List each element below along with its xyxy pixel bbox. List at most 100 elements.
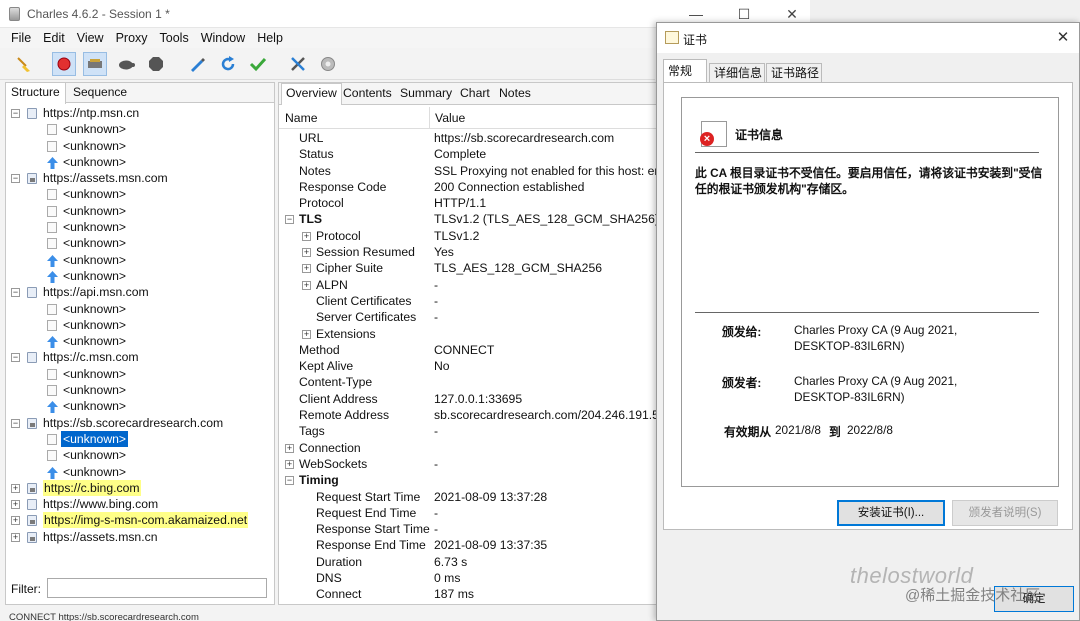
- collapse-icon[interactable]: −: [11, 418, 20, 428]
- collapse-icon[interactable]: −: [11, 353, 20, 363]
- property-row[interactable]: + Cipher Suite TLS_AES_128_GCM_SHA256: [279, 260, 657, 276]
- host-row[interactable]: + https://img-s-msn-com.akamaized.net: [6, 512, 274, 529]
- expand-icon[interactable]: +: [11, 483, 20, 493]
- host-row[interactable]: + https://www.bing.com: [6, 496, 274, 512]
- property-row[interactable]: URL https://sb.scorecardresearch.com: [279, 130, 657, 146]
- request-row[interactable]: <unknown>: [6, 203, 274, 219]
- request-row[interactable]: <unknown>: [6, 317, 274, 333]
- expand-icon[interactable]: +: [302, 329, 311, 339]
- column-value-header[interactable]: Value: [435, 111, 465, 125]
- property-row[interactable]: Content-Type: [279, 374, 657, 390]
- tab-notes[interactable]: Notes: [495, 84, 535, 104]
- property-row[interactable]: Client Certificates -: [279, 293, 657, 309]
- property-row[interactable]: Protocol HTTP/1.1: [279, 195, 657, 211]
- request-row[interactable]: <unknown>: [6, 138, 274, 154]
- close-button[interactable]: ✕: [782, 4, 802, 24]
- tab-certification-path[interactable]: 证书路径: [766, 63, 822, 83]
- expand-icon[interactable]: +: [11, 516, 20, 526]
- collapse-icon[interactable]: −: [11, 109, 20, 118]
- expand-icon[interactable]: +: [285, 459, 294, 469]
- host-row[interactable]: + https://c.bing.com: [6, 479, 274, 496]
- gear-icon[interactable]: [316, 52, 340, 76]
- record-icon[interactable]: [52, 52, 76, 76]
- property-row[interactable]: + Session Resumed Yes: [279, 244, 657, 260]
- property-row[interactable]: Method CONNECT: [279, 342, 657, 358]
- property-row[interactable]: Server Certificates -: [279, 309, 657, 325]
- request-row[interactable]: <unknown>: [6, 268, 274, 284]
- tab-contents[interactable]: Contents: [339, 84, 396, 104]
- throttle-icon[interactable]: [83, 52, 107, 76]
- column-divider[interactable]: [429, 107, 430, 129]
- expand-icon[interactable]: +: [302, 231, 311, 241]
- tab-chart[interactable]: Chart: [456, 84, 494, 104]
- property-row[interactable]: − TLS TLSv1.2 (TLS_AES_128_GCM_SHA256): [279, 211, 657, 227]
- menu-help[interactable]: Help: [251, 28, 289, 48]
- property-row[interactable]: Tags -: [279, 423, 657, 439]
- property-row[interactable]: Client Address 127.0.0.1:33695: [279, 391, 657, 407]
- install-certificate-button[interactable]: 安装证书(I)...: [837, 500, 945, 526]
- menu-window[interactable]: Window: [195, 28, 251, 48]
- column-name-header[interactable]: Name: [285, 111, 318, 125]
- property-row[interactable]: Request End Time -: [279, 505, 657, 521]
- filter-input[interactable]: [47, 578, 267, 598]
- property-row[interactable]: Notes SSL Proxying not enabled for this h…: [279, 163, 657, 179]
- tab-summary[interactable]: Summary: [396, 84, 456, 104]
- host-row[interactable]: − https://assets.msn.com: [6, 170, 274, 186]
- property-row[interactable]: + Protocol TLSv1.2: [279, 228, 657, 244]
- maximize-button[interactable]: ☐: [734, 4, 754, 24]
- property-row[interactable]: Duration 6.73 s: [279, 554, 657, 570]
- expand-icon[interactable]: +: [302, 248, 311, 258]
- property-row[interactable]: DNS 0 ms: [279, 570, 657, 586]
- breakpoint-icon[interactable]: [144, 52, 168, 76]
- host-row[interactable]: − https://api.msn.com: [6, 284, 274, 300]
- request-row[interactable]: <unknown>: [6, 398, 274, 414]
- host-row[interactable]: − https://sb.scorecardresearch.com: [6, 415, 274, 431]
- property-row[interactable]: Response Start Time -: [279, 521, 657, 537]
- property-row[interactable]: − Timing: [279, 472, 657, 488]
- host-row[interactable]: − https://ntp.msn.cn: [6, 105, 274, 121]
- broom-icon[interactable]: [12, 52, 36, 76]
- request-row[interactable]: <unknown>: [6, 154, 274, 170]
- expand-icon[interactable]: +: [285, 443, 294, 453]
- property-row[interactable]: Response Code 200 Connection established: [279, 179, 657, 195]
- property-row[interactable]: + Connection: [279, 440, 657, 456]
- collapse-icon[interactable]: −: [285, 215, 294, 225]
- request-row[interactable]: <unknown>: [6, 121, 274, 137]
- expand-icon[interactable]: +: [302, 280, 311, 290]
- refresh-icon[interactable]: [216, 52, 240, 76]
- tab-general[interactable]: 常规: [663, 59, 707, 83]
- request-row[interactable]: <unknown>: [6, 252, 274, 268]
- property-row[interactable]: + Extensions: [279, 326, 657, 342]
- request-row[interactable]: <unknown>: [6, 235, 274, 251]
- host-row[interactable]: − https://c.msn.com: [6, 349, 274, 365]
- request-row[interactable]: <unknown>: [6, 429, 274, 448]
- tab-sequence[interactable]: Sequence: [68, 83, 132, 103]
- tools-icon[interactable]: [286, 52, 310, 76]
- menu-file[interactable]: File: [0, 28, 37, 48]
- collapse-icon[interactable]: −: [285, 476, 294, 486]
- property-row[interactable]: + ALPN -: [279, 277, 657, 293]
- property-row[interactable]: Status Complete: [279, 146, 657, 162]
- request-row[interactable]: <unknown>: [6, 382, 274, 398]
- request-row[interactable]: <unknown>: [6, 447, 274, 463]
- property-row[interactable]: + WebSockets -: [279, 456, 657, 472]
- request-row[interactable]: <unknown>: [6, 366, 274, 382]
- minimize-button[interactable]: —: [686, 4, 706, 24]
- property-row[interactable]: Request Start Time 2021-08-09 13:37:28: [279, 489, 657, 505]
- property-row[interactable]: Kept Alive No: [279, 358, 657, 374]
- check-icon[interactable]: [246, 52, 270, 76]
- tab-details[interactable]: 详细信息: [709, 63, 765, 83]
- menu-edit[interactable]: Edit: [37, 28, 71, 48]
- menu-proxy[interactable]: Proxy: [110, 28, 154, 48]
- request-row[interactable]: <unknown>: [6, 333, 274, 349]
- collapse-icon[interactable]: −: [11, 288, 20, 298]
- request-row[interactable]: <unknown>: [6, 301, 274, 317]
- tab-overview[interactable]: Overview: [281, 83, 342, 105]
- property-row[interactable]: Connect 187 ms: [279, 586, 657, 602]
- property-row[interactable]: Response End Time 2021-08-09 13:37:35: [279, 537, 657, 553]
- menu-tools[interactable]: Tools: [154, 28, 195, 48]
- menu-view[interactable]: View: [71, 28, 110, 48]
- host-row[interactable]: + https://assets.msn.cn: [6, 529, 274, 545]
- expand-icon[interactable]: +: [11, 532, 20, 542]
- expand-icon[interactable]: +: [11, 500, 20, 510]
